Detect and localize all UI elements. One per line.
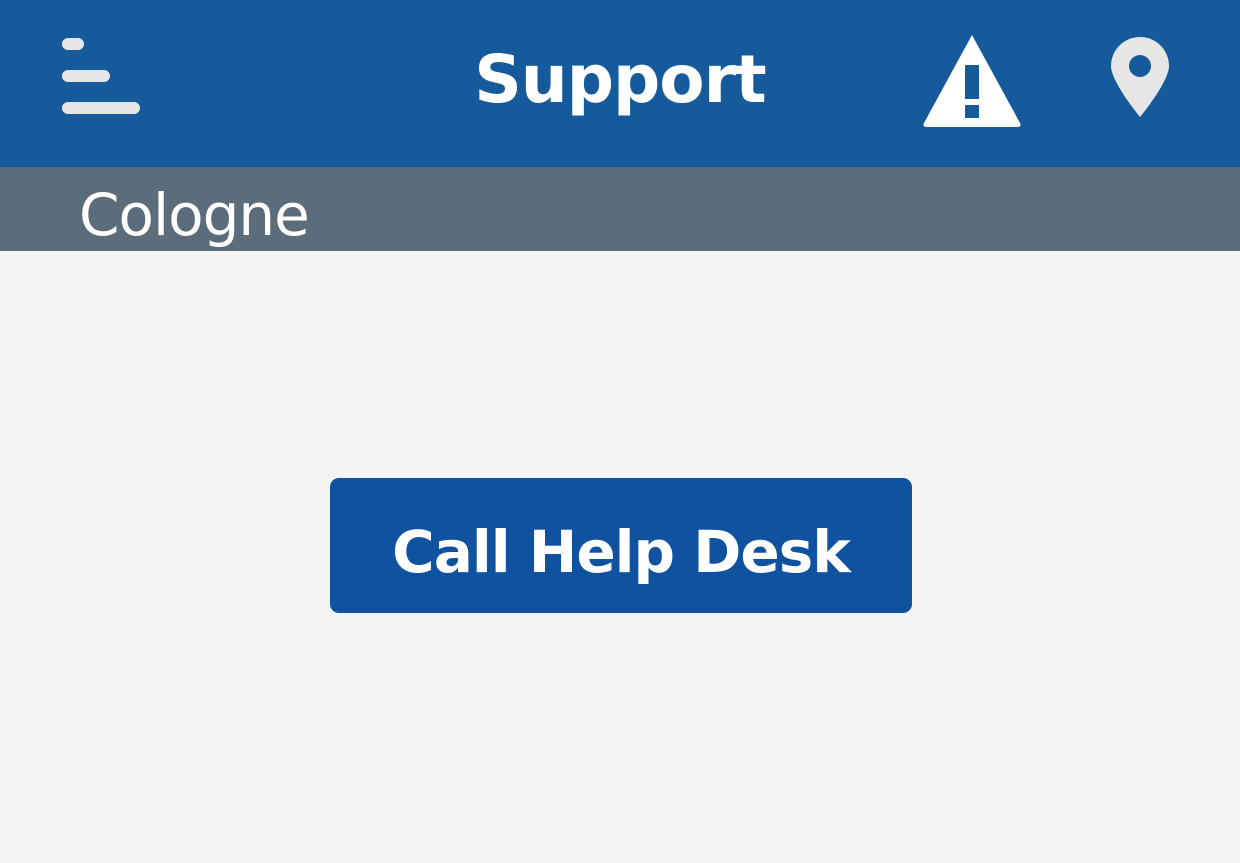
- location-name: Cologne: [79, 181, 310, 249]
- map-pin-icon: [1111, 37, 1169, 117]
- location-button[interactable]: [1095, 25, 1185, 137]
- menu-icon: [62, 38, 140, 114]
- app-bar: Support: [0, 0, 1240, 167]
- warning-triangle-icon: [923, 35, 1021, 127]
- location-bar: Cologne: [0, 167, 1240, 251]
- alert-button[interactable]: [910, 25, 1034, 137]
- page-title: Support: [474, 41, 766, 118]
- menu-button[interactable]: [52, 28, 152, 128]
- call-help-desk-button[interactable]: Call Help Desk: [330, 478, 912, 613]
